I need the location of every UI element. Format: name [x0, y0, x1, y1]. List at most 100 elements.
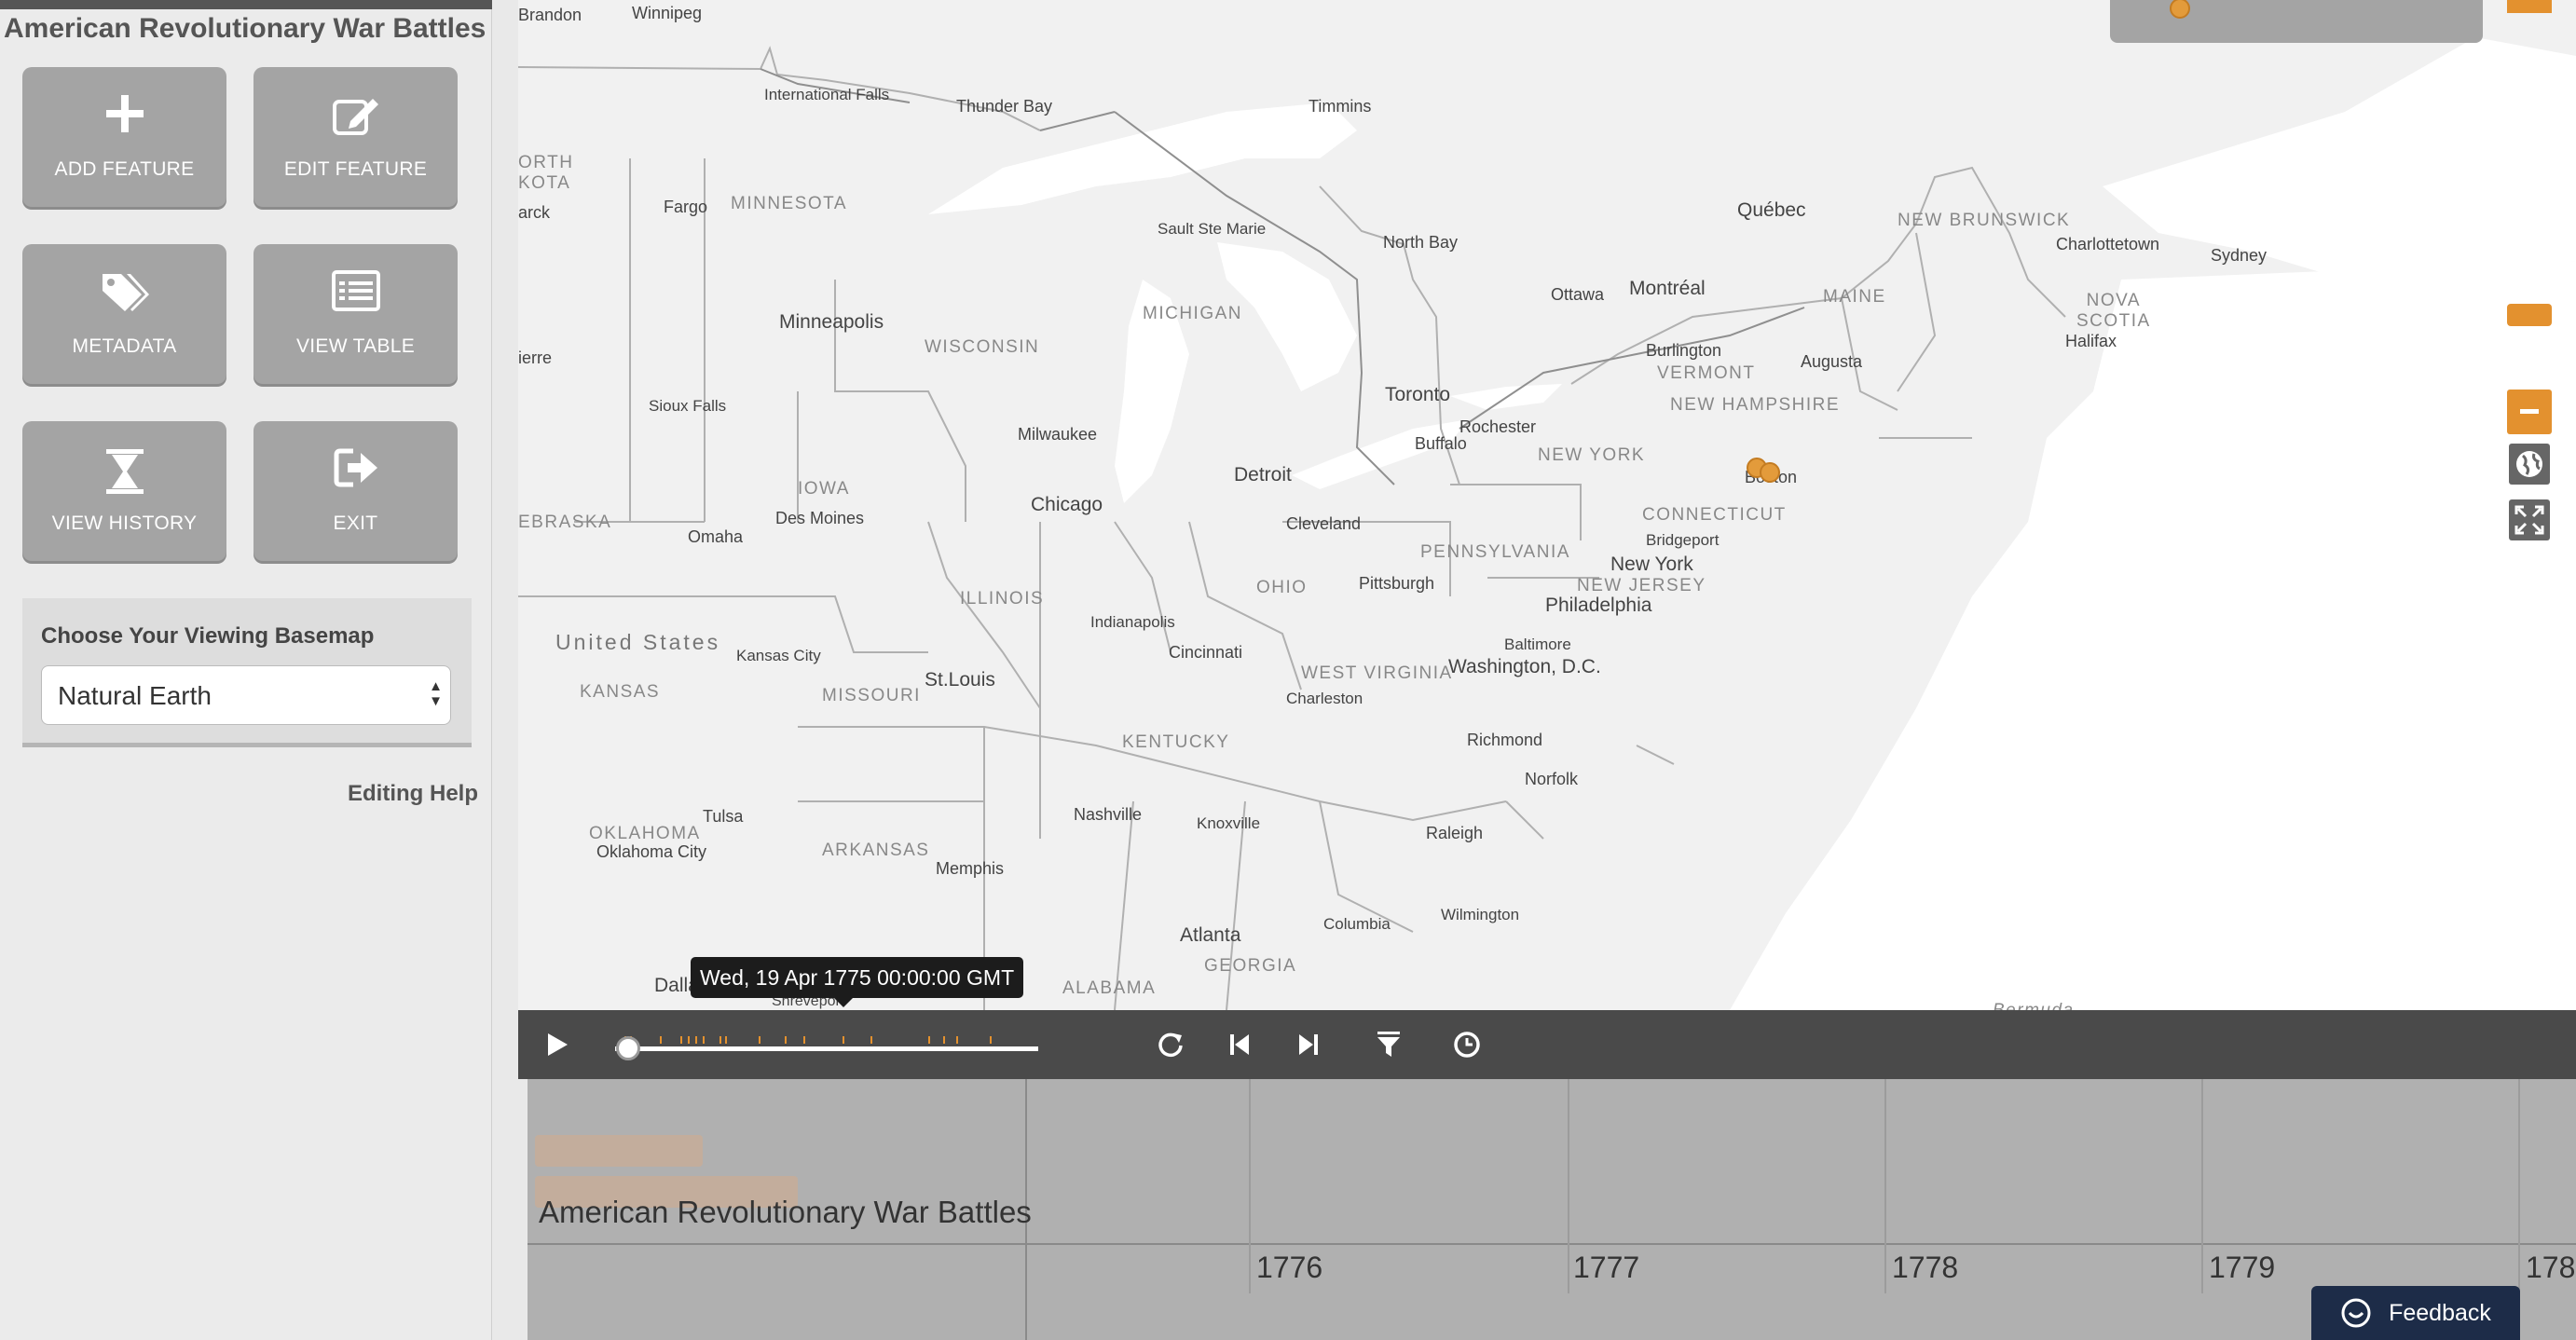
map-label: NEW YORK — [1538, 445, 1646, 465]
step-back-icon — [1230, 1034, 1249, 1055]
add-feature-button[interactable]: ADD FEATURE — [22, 67, 226, 207]
map-label: NEW JERSEY — [1577, 576, 1706, 595]
step-back-button[interactable] — [1223, 1028, 1256, 1061]
exit-icon — [253, 447, 458, 496]
zoom-out-button[interactable] — [2507, 390, 2552, 434]
map-label: Winnipeg — [632, 4, 703, 22]
select-arrows-icon: ▲ ▼ — [429, 678, 443, 709]
timeline-axis-line — [528, 1243, 2576, 1245]
timeline-year-label: 1778 — [1892, 1251, 1959, 1284]
map-label: MAINE — [1823, 287, 1886, 307]
feedback-label: Feedback — [2389, 1299, 2491, 1326]
timeline-gridline — [1884, 1079, 1886, 1293]
map-label: EBRASKA — [518, 513, 612, 532]
play-icon — [548, 1033, 568, 1056]
map-label: CONNECTICUT — [1642, 505, 1787, 525]
step-forward-button[interactable] — [1292, 1028, 1325, 1061]
metadata-button[interactable]: METADATA — [22, 244, 226, 384]
add-feature-label: ADD FEATURE — [54, 158, 195, 180]
timeline-year-label: 178 — [2526, 1251, 2576, 1284]
timeline-year-label: 1776 — [1256, 1251, 1323, 1284]
plus-icon — [22, 93, 226, 142]
panel-toggle-button[interactable] — [2507, 0, 2552, 13]
map-label: PENNSYLVANIA — [1420, 542, 1570, 562]
map-label: Oklahoma City — [596, 842, 707, 861]
map-label: Charlottetown — [2056, 235, 2160, 253]
map-label: Fargo — [664, 198, 708, 216]
edit-feature-label: EDIT FEATURE — [283, 158, 428, 180]
map-label: Washington, D.C. — [1448, 656, 1601, 677]
map-label: Wilmington — [1441, 906, 1520, 923]
time-slider-track[interactable] — [615, 1046, 1038, 1051]
feedback-button[interactable]: Feedback — [2311, 1286, 2520, 1340]
timeline-gridline — [1249, 1079, 1251, 1293]
lake-erie — [1292, 419, 1469, 489]
map-label: Ottawa — [1551, 285, 1605, 304]
editing-help-link[interactable]: Editing Help — [348, 781, 478, 807]
map-label: KENTUCKY — [1122, 732, 1230, 752]
map-label: New York — [1610, 554, 1693, 575]
metadata-label: METADATA — [72, 335, 177, 357]
edit-feature-button[interactable]: EDIT FEATURE — [253, 67, 458, 207]
map-label: Kansas City — [736, 647, 821, 664]
clock-button[interactable] — [1450, 1028, 1484, 1061]
map-label: Sioux Falls — [649, 397, 727, 415]
map-label: Des Moines — [775, 509, 865, 527]
basemap-select[interactable]: Natural Earth ▲ ▼ — [41, 665, 451, 725]
map-label: ILLINOIS — [960, 589, 1045, 608]
map-label: arck — [518, 203, 551, 222]
exit-button[interactable]: EXIT — [253, 421, 458, 561]
lake-superior — [928, 103, 1357, 214]
map[interactable]: Brandon Winnipeg International Falls Thu… — [518, 0, 2576, 1010]
time-slider-bar — [518, 1010, 2576, 1079]
map-label: Rochester — [1459, 417, 1537, 436]
map-label: Montréal — [1629, 278, 1706, 299]
map-label: OKLAHOMA — [589, 824, 701, 843]
timeline-gridline — [1568, 1079, 1569, 1293]
map-label: Philadelphia — [1545, 595, 1652, 616]
filter-button[interactable] — [1372, 1028, 1405, 1061]
panel-tab-button[interactable] — [2507, 304, 2552, 326]
map-label: MICHIGAN — [1143, 304, 1242, 323]
edit-icon — [253, 93, 458, 142]
map-label: Richmond — [1467, 731, 1543, 749]
view-history-button[interactable]: VIEW HISTORY — [22, 421, 226, 561]
map-label: St.Louis — [925, 669, 995, 691]
time-slider-handle[interactable] — [615, 1036, 640, 1060]
map-label: ORTH KOTA — [518, 153, 574, 193]
battle-marker[interactable] — [1760, 462, 1780, 483]
map-label: ARKANSAS — [822, 841, 930, 860]
map-label: Halifax — [2065, 332, 2117, 350]
map-label: Cincinnati — [1169, 643, 1243, 662]
map-label: Brandon — [518, 6, 582, 24]
view-table-button[interactable]: VIEW TABLE — [253, 244, 458, 384]
map-label: Buffalo — [1415, 434, 1467, 453]
map-label: Burlington — [1646, 341, 1722, 360]
reload-icon — [1158, 1032, 1183, 1058]
map-label: Toronto — [1385, 384, 1451, 405]
timeline-panel[interactable]: American Revolutionary War Battles 1776 … — [528, 1079, 2576, 1340]
map-label: Baltimore — [1504, 636, 1571, 653]
hourglass-icon — [22, 447, 226, 496]
map-label: Atlanta — [1180, 924, 1241, 946]
map-label: United States — [555, 630, 721, 654]
play-button[interactable] — [541, 1028, 574, 1061]
tags-icon — [22, 270, 226, 319]
date-tooltip: Wed, 19 Apr 1775 00:00:00 GMT — [691, 957, 1024, 1007]
gulf-st-lawrence — [2103, 37, 2576, 280]
home-extent-button[interactable] — [2509, 444, 2550, 485]
map-label: Milwaukee — [1018, 425, 1098, 444]
map-label: Memphis — [936, 859, 1005, 878]
map-label: Augusta — [1801, 352, 1863, 371]
fullscreen-button[interactable] — [2509, 499, 2550, 540]
map-label: ierre — [518, 349, 553, 367]
map-label: ALABAMA — [1062, 978, 1157, 998]
timeline-gridline — [2201, 1079, 2203, 1293]
view-table-label: VIEW TABLE — [295, 335, 416, 357]
reload-button[interactable] — [1154, 1028, 1187, 1061]
map-label: Knoxville — [1197, 814, 1261, 832]
sidebar: American Revolutionary War Battles ADD F… — [0, 0, 492, 1340]
map-label: Pittsburgh — [1359, 574, 1435, 593]
map-label: NEW HAMPSHIRE — [1670, 395, 1841, 415]
legend-marker — [2170, 0, 2190, 19]
